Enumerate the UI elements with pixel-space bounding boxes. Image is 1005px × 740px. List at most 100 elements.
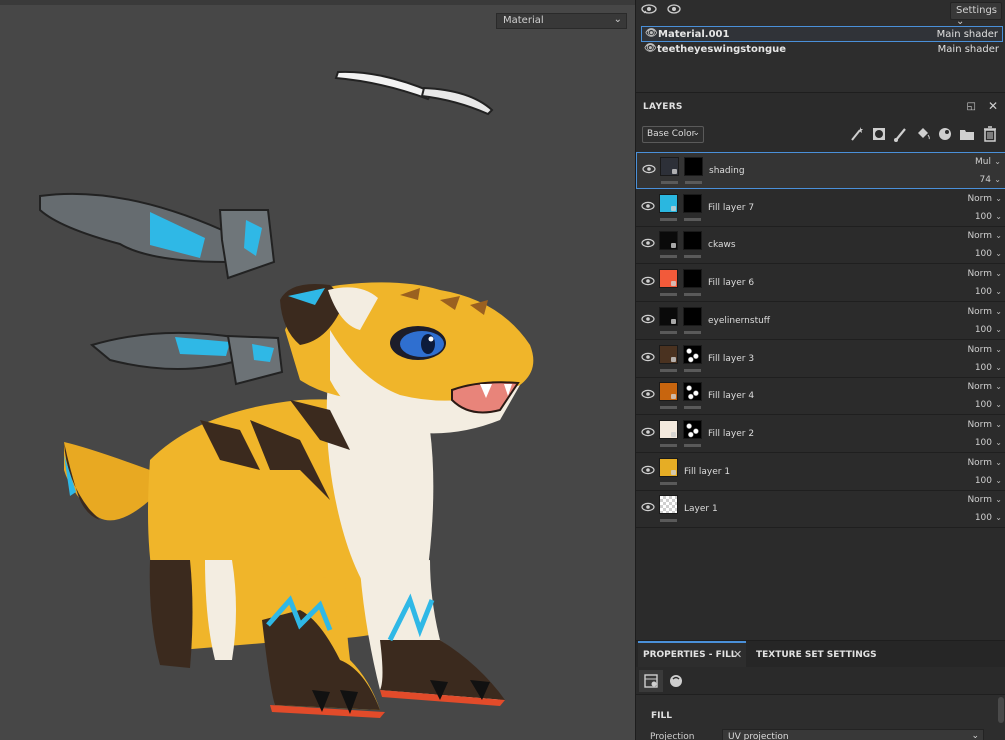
layer-row[interactable]: Fill layer 4 Norm ⌄ 100 ⌄ bbox=[636, 378, 1005, 416]
layer-mask-thumbnail[interactable] bbox=[683, 193, 702, 213]
3d-viewport[interactable]: Material ⌄ bbox=[0, 0, 635, 740]
blend-mode[interactable]: Norm bbox=[967, 269, 992, 279]
layer-name[interactable]: Fill layer 6 bbox=[708, 278, 754, 288]
visibility-eye-icon[interactable] bbox=[641, 501, 655, 513]
chevron-down-icon[interactable]: ⌄ bbox=[995, 249, 1002, 258]
tab-properties-fill[interactable]: PROPERTIES - FILL bbox=[638, 641, 746, 667]
close-icon[interactable]: ✕ bbox=[733, 648, 742, 661]
layer-row[interactable]: shading Mul ⌄ 74 ⌄ bbox=[636, 152, 1005, 189]
visibility-eye-icon[interactable] bbox=[642, 163, 656, 175]
popout-icon[interactable]: ◱ bbox=[967, 101, 976, 112]
layer-opacity[interactable]: 100 bbox=[975, 513, 992, 523]
blend-mode[interactable]: Mul bbox=[975, 157, 991, 167]
chevron-down-icon[interactable]: ⌄ bbox=[995, 495, 1002, 504]
material-sphere-icon[interactable] bbox=[664, 670, 688, 692]
layer-thumbnail[interactable] bbox=[659, 495, 678, 515]
visibility-eye-icon[interactable]: 👁 bbox=[644, 43, 657, 54]
add-mask-icon[interactable] bbox=[870, 125, 888, 143]
layer-mask-thumbnail[interactable] bbox=[683, 382, 702, 402]
layer-mask-thumbnail[interactable] bbox=[683, 306, 702, 326]
layer-opacity[interactable]: 100 bbox=[975, 325, 992, 335]
layer-row[interactable]: eyelinernstuff Norm ⌄ 100 ⌄ bbox=[636, 302, 1005, 340]
blend-mode[interactable]: Norm bbox=[967, 307, 992, 317]
chevron-down-icon[interactable]: ⌄ bbox=[995, 458, 1002, 467]
blend-mode[interactable]: Norm bbox=[967, 420, 992, 430]
layer-row[interactable]: Fill layer 1 Norm ⌄ 100 ⌄ bbox=[636, 453, 1005, 491]
layer-mask-thumbnail[interactable] bbox=[684, 157, 703, 176]
layer-thumbnail[interactable] bbox=[659, 419, 678, 439]
layer-mask-thumbnail[interactable] bbox=[683, 344, 702, 364]
chevron-down-icon[interactable]: ⌄ bbox=[995, 325, 1002, 334]
layer-opacity[interactable]: 100 bbox=[975, 476, 992, 486]
chevron-down-icon[interactable]: ⌄ bbox=[995, 194, 1002, 203]
layer-row[interactable]: Fill layer 7 Norm ⌄ 100 ⌄ bbox=[636, 189, 1005, 227]
visibility-eye-icon[interactable]: 👁 bbox=[645, 28, 658, 39]
texture-set-shader[interactable]: Main shader bbox=[938, 44, 999, 55]
texture-set-shader[interactable]: Main shader bbox=[937, 29, 998, 40]
layer-name[interactable]: Layer 1 bbox=[684, 504, 718, 514]
layer-thumbnail[interactable] bbox=[659, 269, 678, 289]
layer-row[interactable]: Fill layer 3 Norm ⌄ 100 ⌄ bbox=[636, 340, 1005, 378]
layer-thumbnail[interactable] bbox=[659, 193, 678, 213]
layer-thumbnail[interactable] bbox=[660, 157, 679, 176]
chevron-down-icon[interactable]: ⌄ bbox=[995, 231, 1002, 240]
chevron-down-icon[interactable]: ⌄ bbox=[995, 269, 1002, 278]
layer-thumbnail[interactable] bbox=[659, 344, 678, 364]
chevron-down-icon[interactable]: ⌄ bbox=[995, 420, 1002, 429]
layer-name[interactable]: Fill layer 7 bbox=[708, 203, 754, 213]
layer-opacity[interactable]: 100 bbox=[975, 287, 992, 297]
chevron-down-icon[interactable]: ⌄ bbox=[995, 212, 1002, 221]
layer-row[interactable]: ckaws Norm ⌄ 100 ⌄ bbox=[636, 227, 1005, 265]
material-dropdown[interactable]: Material ⌄ bbox=[496, 13, 627, 29]
chevron-down-icon[interactable]: ⌄ bbox=[995, 400, 1002, 409]
eye-icon[interactable] bbox=[666, 3, 682, 19]
channel-dropdown[interactable]: Base Color ⌄ bbox=[642, 126, 704, 143]
layer-mask-thumbnail[interactable] bbox=[683, 419, 702, 439]
paint-brush-icon[interactable] bbox=[892, 125, 910, 143]
blend-mode[interactable]: Norm bbox=[967, 458, 992, 468]
chevron-down-icon[interactable]: ⌄ bbox=[995, 476, 1002, 485]
blend-mode[interactable]: Norm bbox=[967, 495, 992, 505]
visibility-eye-icon[interactable] bbox=[641, 237, 655, 249]
visibility-eye-icon[interactable] bbox=[641, 275, 655, 287]
blend-mode[interactable]: Norm bbox=[967, 345, 992, 355]
blend-mode[interactable]: Norm bbox=[967, 231, 992, 241]
layer-name[interactable]: shading bbox=[709, 166, 745, 176]
layer-name[interactable]: Fill layer 4 bbox=[708, 391, 754, 401]
trash-icon[interactable] bbox=[981, 125, 999, 143]
eye-toggle-icon[interactable] bbox=[641, 3, 657, 19]
chevron-down-icon[interactable]: ⌄ bbox=[995, 287, 1002, 296]
visibility-eye-icon[interactable] bbox=[641, 313, 655, 325]
layer-row[interactable]: Layer 1 Norm ⌄ 100 ⌄ bbox=[636, 491, 1005, 529]
fill-settings-icon[interactable] bbox=[639, 670, 663, 692]
layer-row[interactable]: Fill layer 6 Norm ⌄ 100 ⌄ bbox=[636, 265, 1005, 303]
tab-texture-set-settings[interactable]: TEXTURE SET SETTINGS bbox=[756, 641, 886, 667]
layer-thumbnail[interactable] bbox=[659, 306, 678, 326]
smart-material-icon[interactable] bbox=[936, 125, 954, 143]
layer-mask-thumbnail[interactable] bbox=[683, 269, 702, 289]
layer-row[interactable]: Fill layer 2 Norm ⌄ 100 ⌄ bbox=[636, 415, 1005, 453]
visibility-eye-icon[interactable] bbox=[641, 388, 655, 400]
layer-opacity[interactable]: 100 bbox=[975, 438, 992, 448]
properties-scrollbar[interactable] bbox=[998, 697, 1004, 723]
layer-name[interactable]: eyelinernstuff bbox=[708, 316, 770, 326]
visibility-eye-icon[interactable] bbox=[641, 351, 655, 363]
layer-mask-thumbnail[interactable] bbox=[683, 231, 702, 251]
blend-mode[interactable]: Norm bbox=[967, 194, 992, 204]
blend-mode[interactable]: Norm bbox=[967, 382, 992, 392]
fill-bucket-icon[interactable] bbox=[914, 125, 932, 143]
layer-opacity[interactable]: 100 bbox=[975, 400, 992, 410]
layer-thumbnail[interactable] bbox=[659, 457, 678, 477]
chevron-down-icon[interactable]: ⌄ bbox=[995, 345, 1002, 354]
layer-thumbnail[interactable] bbox=[659, 231, 678, 251]
layer-thumbnail[interactable] bbox=[659, 382, 678, 402]
visibility-eye-icon[interactable] bbox=[641, 426, 655, 438]
chevron-down-icon[interactable]: ⌄ bbox=[995, 438, 1002, 447]
chevron-down-icon[interactable]: ⌄ bbox=[995, 382, 1002, 391]
chevron-down-icon[interactable]: ⌄ bbox=[995, 513, 1002, 522]
layer-name[interactable]: Fill layer 3 bbox=[708, 354, 754, 364]
chevron-down-icon[interactable]: ⌄ bbox=[994, 157, 1001, 166]
layer-name[interactable]: ckaws bbox=[708, 240, 736, 250]
visibility-eye-icon[interactable] bbox=[641, 464, 655, 476]
visibility-eye-icon[interactable] bbox=[641, 200, 655, 212]
